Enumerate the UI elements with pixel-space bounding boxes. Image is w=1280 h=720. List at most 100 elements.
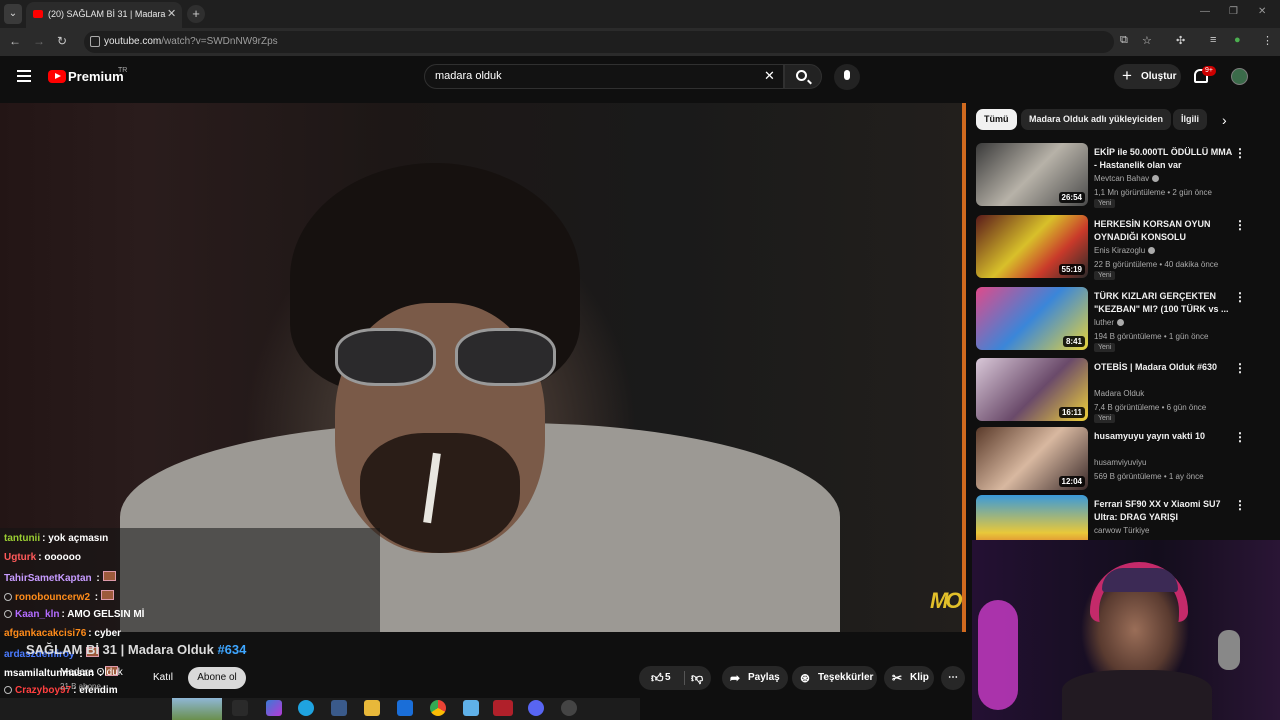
recommended-video-title[interactable]: Ferrari SF90 XX v Xiaomi SU7 Ultra: DRAG…: [1094, 498, 1232, 524]
verified-check-icon: [1148, 247, 1156, 254]
recommended-video-title[interactable]: TÜRK KIZLARI GERÇEKTEN "KEZBAN" MI? (100…: [1094, 290, 1232, 316]
share-button[interactable]: ➦ Paylaş: [722, 666, 788, 690]
recommended-video[interactable]: 55:19 HERKESİN KORSAN OYUN OYNADIĞI KONSO…: [976, 215, 1266, 281]
join-button[interactable]: Katıl: [144, 667, 182, 689]
recommended-channel[interactable]: Mevtcan Bahav: [1094, 174, 1160, 183]
recommended-channel[interactable]: Madara Olduk: [1094, 389, 1144, 398]
new-badge: Yeni: [1094, 343, 1116, 352]
cast-icon[interactable]: ⧉: [1120, 34, 1128, 47]
search-query[interactable]: madara olduk: [435, 70, 502, 82]
close-window-icon[interactable]: ✕: [1258, 6, 1266, 17]
reading-list-icon[interactable]: ≡: [1210, 34, 1216, 46]
recommended-channel[interactable]: husamviyuviyu: [1094, 458, 1146, 467]
voicemeeter-icon[interactable]: [493, 700, 513, 716]
tab-search-button[interactable]: ⌄: [4, 4, 22, 24]
chat-message: Kaan_kln: AMO GELSIN Mİ: [4, 609, 144, 620]
chat-message: tantunii: yok açmasın: [4, 533, 108, 544]
minimize-icon[interactable]: —: [1200, 6, 1210, 17]
like-divider: [684, 671, 685, 685]
clear-search-icon[interactable]: ✕: [764, 68, 775, 84]
thanks-button[interactable]: ⊛ Teşekkürler: [792, 666, 877, 690]
extensions-icon[interactable]: ✣: [1176, 34, 1185, 47]
video-thumbnail[interactable]: 55:19: [976, 215, 1088, 278]
recommended-channel[interactable]: Enis Kirazoglu: [1094, 246, 1156, 255]
recommended-video[interactable]: 12:04 husamyuyu yayın vakti 10 husamviyuvi…: [976, 427, 1266, 493]
close-tab-icon[interactable]: ✕: [167, 7, 176, 20]
copilot-icon[interactable]: [266, 700, 282, 716]
video-thumbnail[interactable]: 26:54: [976, 143, 1088, 206]
youtube-logo-icon[interactable]: [48, 70, 66, 83]
recommended-channel[interactable]: carwow Türkiye: [1094, 526, 1149, 535]
site-info-icon[interactable]: [90, 36, 100, 47]
video-thumbnail[interactable]: 12:04: [976, 427, 1088, 490]
address-bar[interactable]: youtube.com/watch?v=SWDnNW9rZps: [84, 31, 1114, 53]
chat-message: Ugturk: oooooo: [4, 552, 81, 563]
search-icon[interactable]: [796, 70, 807, 81]
chat-username[interactable]: tantunii: [4, 533, 40, 544]
taskbar-weather-widget[interactable]: [172, 698, 222, 720]
new-badge: Yeni: [1094, 414, 1116, 423]
profile-extension-icon[interactable]: ●: [1234, 34, 1241, 46]
more-options-icon[interactable]: ⋮: [1234, 361, 1246, 375]
video-thumbnail[interactable]: 16:11: [976, 358, 1088, 421]
subscribe-button[interactable]: Abone ol: [188, 667, 246, 689]
account-avatar[interactable]: [1231, 68, 1248, 85]
task-view-icon[interactable]: [232, 700, 248, 716]
chip-from-uploader[interactable]: Madara Olduk adlı yükleyiciden: [1021, 109, 1172, 130]
voice-search-mic-icon[interactable]: [834, 64, 860, 90]
reload-icon[interactable]: ↻: [57, 34, 67, 48]
chat-username[interactable]: ronobouncerw2: [15, 592, 90, 603]
bookmark-star-icon[interactable]: ☆: [1142, 34, 1152, 47]
chat-username[interactable]: afgankacakcisi76: [4, 628, 86, 639]
channel-name[interactable]: Madara Olduk: [60, 667, 123, 678]
edge-icon[interactable]: [298, 700, 314, 716]
forward-arrow-icon[interactable]: →: [33, 34, 45, 48]
recommended-channel[interactable]: luther: [1094, 318, 1125, 327]
premium-logo-text[interactable]: Premium: [68, 69, 124, 84]
recommended-video-title[interactable]: EKİP ile 50.000TL ÖDÜLLÜ MMA - Hastaneli…: [1094, 146, 1232, 172]
video-thumbnail[interactable]: 8:41: [976, 287, 1088, 350]
channel-watermark-logo[interactable]: MO: [930, 588, 963, 614]
more-options-icon[interactable]: ⋮: [1234, 218, 1246, 232]
recommended-video[interactable]: 26:54 EKİP ile 50.000TL ÖDÜLLÜ MMA - Hast…: [976, 143, 1266, 209]
chrome-icon[interactable]: [430, 700, 446, 716]
webcam-microphone: [1218, 630, 1240, 670]
more-options-icon[interactable]: ⋮: [1234, 290, 1246, 304]
dislike-thumb-icon[interactable]: 👎︎: [691, 666, 703, 690]
chip-related[interactable]: İlgili: [1173, 109, 1207, 130]
chat-text: :: [92, 592, 99, 603]
more-options-icon[interactable]: ⋮: [1234, 498, 1246, 512]
chat-username[interactable]: Kaan_kln: [15, 609, 59, 620]
chat-username[interactable]: TahirSametKaptan: [4, 573, 92, 584]
chevron-right-icon[interactable]: ›: [1222, 112, 1227, 128]
browser-menu-icon[interactable]: ⋮: [1262, 34, 1273, 47]
hamburger-menu-icon[interactable]: [17, 70, 31, 82]
more-actions-button[interactable]: ⋯: [941, 666, 965, 690]
clip-button[interactable]: ✂ Klip: [884, 666, 934, 690]
obs-icon[interactable]: [561, 700, 577, 716]
back-arrow-icon[interactable]: ←: [9, 34, 21, 48]
recommended-video[interactable]: 8:41 TÜRK KIZLARI GERÇEKTEN "KEZBAN" MI? …: [976, 287, 1266, 353]
discord-icon[interactable]: [528, 700, 544, 716]
recommended-video-title[interactable]: OTEBİS | Madara Olduk #630: [1094, 361, 1232, 374]
url-text: youtube.com/watch?v=SWDnNW9rZps: [104, 36, 278, 47]
chat-username[interactable]: Ugturk: [4, 552, 36, 563]
new-tab-button[interactable]: +: [187, 5, 205, 23]
maximize-icon[interactable]: ❐: [1229, 6, 1238, 17]
video-hashtag[interactable]: #634: [217, 642, 246, 657]
recommended-video-title[interactable]: husamyuyu yayın vakti 10: [1094, 430, 1232, 443]
like-thumb-icon[interactable]: 👍︎: [651, 666, 664, 690]
more-options-icon[interactable]: ⋮: [1234, 430, 1246, 444]
browser-tab[interactable]: (20) SAĞLAM Bİ 31 | Madara Ol ✕: [26, 2, 182, 28]
outlook-icon[interactable]: [397, 700, 413, 716]
chip-all[interactable]: Tümü: [976, 109, 1017, 130]
notes-app-icon[interactable]: [463, 700, 479, 716]
recommended-video[interactable]: 16:11 OTEBİS | Madara Olduk #630 Madara Ol…: [976, 358, 1266, 424]
more-options-icon[interactable]: ⋮: [1234, 146, 1246, 160]
region-code: TR: [118, 67, 128, 74]
create-button[interactable]: + Oluştur: [1114, 64, 1181, 89]
like-count[interactable]: 5: [665, 666, 671, 690]
file-explorer-icon[interactable]: [364, 700, 380, 716]
store-icon[interactable]: [331, 700, 347, 716]
recommended-video-title[interactable]: HERKESİN KORSAN OYUN OYNADIĞI KONSOLU BU…: [1094, 218, 1232, 244]
